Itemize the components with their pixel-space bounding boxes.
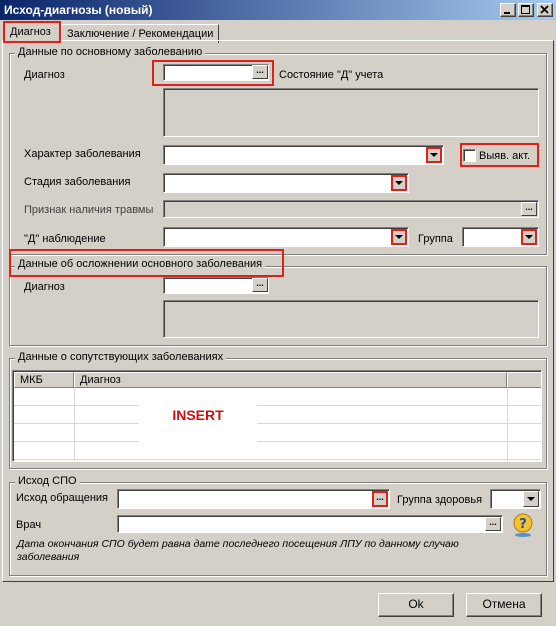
column-header-diagnosis-label: Диагноз — [80, 374, 121, 386]
minimize-icon — [504, 12, 510, 14]
group-label: Группа — [418, 233, 453, 245]
help-button[interactable]: ? — [512, 513, 534, 540]
d-observation-dropdown-button[interactable] — [391, 229, 407, 245]
grid-column-line — [507, 388, 508, 461]
chevron-down-icon — [527, 496, 535, 501]
maximize-button[interactable] — [518, 3, 534, 17]
diagnosis-description — [163, 88, 539, 137]
tab-diagnosis[interactable]: Диагноз — [3, 21, 61, 43]
detected-label: Выяв. акт. — [479, 150, 531, 162]
close-icon — [540, 5, 549, 14]
d-observation-select[interactable] — [163, 227, 409, 247]
diagnosis-lookup-button[interactable]: ... — [252, 65, 268, 79]
doctor-lookup-button[interactable]: ... — [485, 517, 501, 531]
concomitant-legend: Данные о сопутствующих заболеваниях — [15, 351, 227, 363]
grid-row-line — [14, 405, 541, 406]
concomitant-grid[interactable]: МКБ Диагноз INSERT — [12, 370, 542, 462]
outcome-lookup-button[interactable]: ... — [372, 491, 388, 507]
main-disease-legend: Данные по основному заболеванию — [15, 46, 206, 58]
complication-diagnosis-label: Диагноз — [24, 281, 65, 293]
grid-row-line — [14, 441, 541, 442]
insert-hint-area: INSERT — [139, 397, 257, 447]
maximize-icon — [521, 5, 530, 14]
window-title: Исход-диагнозы (новый) — [4, 3, 153, 17]
character-label: Характер заболевания — [24, 148, 141, 160]
trauma-field: ... — [163, 200, 539, 218]
outcome-field[interactable]: ... — [117, 489, 390, 509]
minimize-button[interactable] — [500, 3, 516, 17]
chevron-down-icon — [395, 234, 403, 239]
trauma-label: Признак наличия травмы — [24, 204, 154, 216]
cancel-button[interactable]: Отмена — [466, 593, 542, 617]
outcome-legend: Исход СПО — [15, 475, 80, 487]
group-dropdown-button[interactable] — [521, 229, 537, 245]
column-header-mkb-label: МКБ — [20, 374, 43, 386]
grid-row-line — [14, 423, 541, 424]
chevron-down-icon — [430, 152, 438, 157]
outcome-note: Дата окончания СПО будет равна дате посл… — [17, 538, 459, 563]
health-group-dropdown-button[interactable] — [523, 491, 539, 507]
diagnosis-field[interactable]: ... — [163, 64, 269, 81]
grid-row-line — [14, 459, 541, 460]
column-header-mkb[interactable]: МКБ — [14, 372, 74, 388]
help-icon: ? — [513, 513, 533, 537]
title-bar[interactable]: Исход-диагнозы (новый) — [0, 0, 556, 20]
outcome-label: Исход обращения — [16, 492, 109, 504]
close-button[interactable] — [537, 3, 553, 17]
svg-text:?: ? — [519, 517, 527, 532]
diagnosis-label: Диагноз — [24, 69, 65, 81]
d-status-label: Состояние "Д" учета — [279, 69, 384, 81]
d-observation-label: "Д" наблюдение — [24, 233, 106, 245]
stage-label: Стадия заболевания — [24, 176, 131, 188]
complication-highlight — [9, 249, 284, 277]
health-group-label: Группа здоровья — [397, 494, 483, 506]
complication-lookup-button[interactable]: ... — [252, 278, 268, 292]
insert-hint: INSERT — [172, 407, 224, 423]
chevron-down-icon — [395, 180, 403, 185]
stage-dropdown-button[interactable] — [391, 175, 407, 191]
tab-diagnosis-label: Диагноз — [10, 26, 51, 38]
column-header-filler — [507, 372, 541, 388]
group-select[interactable] — [462, 227, 539, 247]
complication-diagnosis-field[interactable]: ... — [163, 277, 269, 294]
health-group-select[interactable] — [490, 489, 541, 509]
detected-checkbox[interactable] — [463, 149, 476, 162]
doctor-label: Врач — [16, 519, 42, 531]
complication-description — [163, 300, 539, 338]
tab-conclusion-label: Заключение / Рекомендации — [67, 28, 214, 40]
doctor-field[interactable]: ... — [117, 515, 503, 533]
character-select[interactable] — [163, 145, 444, 165]
trauma-lookup-button: ... — [521, 202, 537, 216]
chevron-down-icon — [525, 234, 533, 239]
column-header-diagnosis[interactable]: Диагноз — [74, 372, 507, 388]
character-dropdown-button[interactable] — [426, 147, 442, 163]
grid-column-line — [74, 388, 75, 461]
stage-select[interactable] — [163, 173, 409, 193]
ok-button[interactable]: Ok — [378, 593, 454, 617]
